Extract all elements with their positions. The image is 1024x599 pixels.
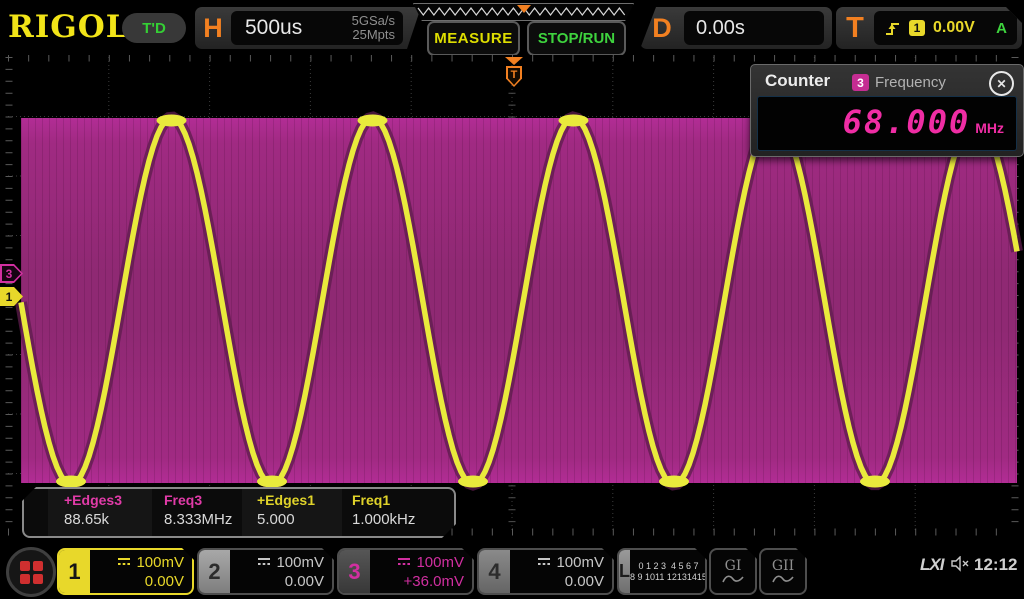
trigger-label: T: [836, 12, 874, 45]
timebase-value: 500us: [245, 16, 302, 40]
counter-value: 68.000: [843, 97, 971, 147]
measurement-item: +Edges1 5.000: [257, 492, 315, 528]
logic-analyzer-label: L: [619, 550, 630, 593]
digital-channels-row1: 0 1 2 3 4 5 6 7: [638, 561, 698, 572]
delay-box[interactable]: D 0.00s: [640, 7, 832, 49]
channel-4-scale: 100mV: [556, 553, 604, 572]
measure-button[interactable]: MEASURE: [427, 21, 520, 56]
waveform-preview-strip[interactable]: [413, 3, 634, 21]
dc-coupling-icon: [258, 557, 271, 567]
close-icon[interactable]: ✕: [989, 71, 1014, 96]
oscilloscope-screen: RIGOL T'D H 500us 5GSa/s 25Mpts MEASURE …: [0, 0, 1024, 599]
generator-2-box[interactable]: GII: [759, 548, 807, 595]
channel-1-number: 1: [59, 550, 90, 593]
counter-mode-label: Frequency: [875, 74, 946, 91]
channel-3-box[interactable]: 3 100mV +36.0mV: [337, 548, 474, 595]
channel-2-scale: 100mV: [276, 553, 324, 572]
trigger-status-badge: T'D: [122, 13, 186, 43]
channel-3-number: 3: [339, 550, 370, 593]
counter-panel[interactable]: Counter 3 Frequency ✕ 68.000 MHz: [750, 64, 1024, 157]
measurement-item: Freq1 1.000kHz: [352, 492, 415, 528]
rigol-logo: RIGOL: [8, 9, 129, 45]
preview-zigzag-icon: [414, 4, 631, 18]
channel-4-box[interactable]: 4 100mV 0.00V: [477, 548, 614, 595]
bottom-status-bar: 1 100mV 0.00V 2 100mV: [0, 543, 1024, 599]
trigger-box[interactable]: T 1 0.00V A: [836, 7, 1022, 49]
rising-edge-icon: [884, 20, 901, 37]
logic-analyzer-box[interactable]: L 0 1 2 3 4 5 6 7 8 9 1011 12131415: [617, 548, 707, 595]
dc-coupling-icon: [538, 557, 551, 567]
counter-title: Counter: [765, 71, 830, 91]
sample-rate: 5GSa/s: [352, 14, 395, 28]
channel-1-box[interactable]: 1 100mV 0.00V: [57, 548, 194, 595]
measurement-panel[interactable]: +Edges3 88.65k Freq3 8.333MHz +Edges1 5.…: [22, 487, 456, 538]
menu-grid-icon: [20, 561, 43, 584]
trigger-mode: A: [996, 20, 1007, 37]
trigger-position-marker[interactable]: T: [504, 57, 524, 89]
lxi-indicator: LXI: [920, 555, 943, 575]
digital-channels-row2: 8 9 1011 12131415: [630, 572, 707, 583]
clock-time: 12:12: [974, 555, 1017, 575]
channel-1-scale: 100mV: [136, 553, 184, 572]
stop-run-button[interactable]: STOP/RUN: [527, 21, 626, 56]
dc-coupling-icon: [398, 557, 411, 567]
measurement-item: Freq3 8.333MHz: [164, 492, 232, 528]
horizontal-timebase-box[interactable]: H 500us 5GSa/s 25Mpts: [195, 7, 421, 49]
trigger-source-badge: 1: [909, 20, 925, 36]
sine-wave-icon: [771, 574, 795, 585]
menu-button[interactable]: [6, 547, 56, 597]
measurement-item: +Edges3 88.65k: [64, 492, 122, 528]
delay-value: 0.00s: [696, 17, 745, 40]
dc-coupling-icon: [118, 557, 131, 567]
channel-3-offset: +36.0mV: [404, 572, 464, 591]
trigger-position-arrow-icon: [505, 57, 523, 65]
channel-1-offset: 0.00V: [145, 572, 184, 591]
preview-pointer-icon: [517, 5, 531, 13]
channel-2-offset: 0.00V: [285, 572, 324, 591]
horizontal-label: H: [195, 13, 231, 44]
speaker-muted-icon[interactable]: [951, 556, 971, 572]
generator-1-box[interactable]: GI: [709, 548, 757, 595]
counter-display: 68.000 MHz: [757, 96, 1017, 151]
trigger-marker-label: T: [508, 68, 520, 85]
delay-label: D: [640, 13, 684, 44]
trigger-level: 0.00V: [933, 19, 975, 37]
counter-unit: MHz: [975, 120, 1004, 136]
channel-2-number: 2: [199, 550, 230, 593]
channel-2-box[interactable]: 2 100mV 0.00V: [197, 548, 334, 595]
memory-depth: 25Mpts: [352, 28, 395, 42]
channel-4-number: 4: [479, 550, 510, 593]
channel-3-scale: 100mV: [416, 553, 464, 572]
channel-4-offset: 0.00V: [565, 572, 604, 591]
counter-channel-badge: 3: [852, 74, 869, 91]
sine-wave-icon: [721, 574, 745, 585]
